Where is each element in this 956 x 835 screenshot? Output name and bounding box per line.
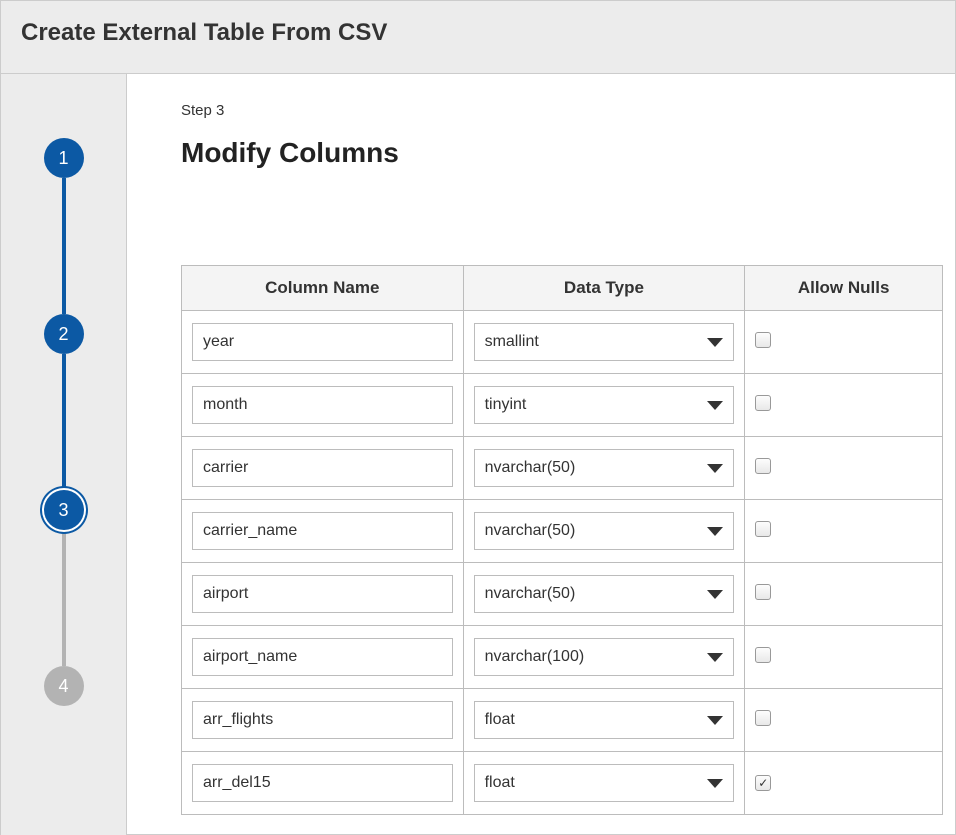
wizard-connector [62,530,66,666]
table-row: float ✓ [182,752,943,815]
column-name-input[interactable] [192,764,453,802]
wizard-steps-sidebar: 1 2 3 4 [1,74,127,835]
data-type-select[interactable]: smallint [474,323,735,361]
column-header-type: Data Type [463,266,745,311]
table-row: tinyint [182,374,943,437]
data-type-value: smallint [485,333,708,351]
data-type-select[interactable]: tinyint [474,386,735,424]
chevron-down-icon [707,338,723,347]
data-type-select[interactable]: nvarchar(50) [474,512,735,550]
column-name-input[interactable] [192,701,453,739]
columns-table: Column Name Data Type Allow Nulls smalli… [181,265,943,815]
data-type-select[interactable]: nvarchar(50) [474,575,735,613]
chevron-down-icon [707,590,723,599]
chevron-down-icon [707,464,723,473]
allow-nulls-checkbox[interactable] [755,584,771,600]
wizard-step-1[interactable]: 1 [44,138,84,178]
dialog-body: 1 2 3 4 Step 3 Modify Columns Column Nam… [1,74,955,835]
data-type-select[interactable]: nvarchar(100) [474,638,735,676]
data-type-value: tinyint [485,396,708,414]
column-name-input[interactable] [192,638,453,676]
table-row: nvarchar(100) [182,626,943,689]
dialog-title: Create External Table From CSV [21,19,935,47]
data-type-value: float [485,711,708,729]
chevron-down-icon [707,779,723,788]
chevron-down-icon [707,527,723,536]
data-type-select[interactable]: float [474,701,735,739]
wizard-step-2[interactable]: 2 [44,314,84,354]
column-name-input[interactable] [192,386,453,424]
wizard-step-3[interactable]: 3 [44,490,84,530]
chevron-down-icon [707,653,723,662]
table-row: float [182,689,943,752]
data-type-select[interactable]: float [474,764,735,802]
column-header-nulls: Allow Nulls [745,266,943,311]
table-row: smallint [182,311,943,374]
data-type-value: nvarchar(100) [485,648,708,666]
chevron-down-icon [707,716,723,725]
wizard-step-4[interactable]: 4 [44,666,84,706]
table-row: nvarchar(50) [182,500,943,563]
column-name-input[interactable] [192,323,453,361]
data-type-value: nvarchar(50) [485,459,708,477]
column-header-name: Column Name [182,266,464,311]
column-name-input[interactable] [192,512,453,550]
data-type-value: nvarchar(50) [485,585,708,603]
allow-nulls-checkbox[interactable]: ✓ [755,775,771,791]
wizard-content: Step 3 Modify Columns Column Name Data T… [127,74,955,835]
column-name-input[interactable] [192,449,453,487]
page-title: Modify Columns [181,137,955,169]
allow-nulls-checkbox[interactable] [755,458,771,474]
allow-nulls-checkbox[interactable] [755,647,771,663]
wizard-connector [62,354,66,490]
allow-nulls-checkbox[interactable] [755,395,771,411]
wizard-connector [62,178,66,314]
data-type-select[interactable]: nvarchar(50) [474,449,735,487]
step-label: Step 3 [181,102,955,119]
column-name-input[interactable] [192,575,453,613]
allow-nulls-checkbox[interactable] [755,332,771,348]
table-row: nvarchar(50) [182,563,943,626]
chevron-down-icon [707,401,723,410]
data-type-value: float [485,774,708,792]
allow-nulls-checkbox[interactable] [755,710,771,726]
allow-nulls-checkbox[interactable] [755,521,771,537]
dialog-header: Create External Table From CSV [1,1,955,74]
table-row: nvarchar(50) [182,437,943,500]
data-type-value: nvarchar(50) [485,522,708,540]
